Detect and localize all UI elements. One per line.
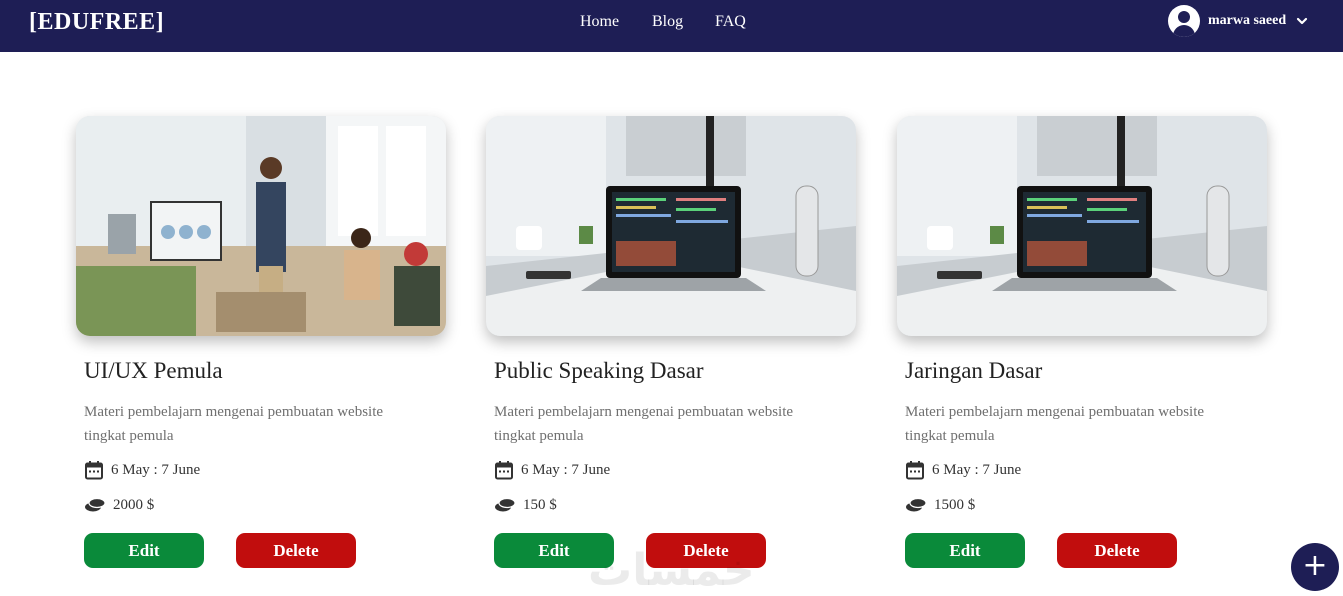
course-title: UI/UX Pemula	[84, 358, 223, 383]
course-price: 2000 $	[84, 492, 446, 518]
course-image-laptop	[486, 116, 856, 336]
course-price-text: 1500 $	[934, 496, 976, 513]
delete-button[interactable]: Delete	[1057, 533, 1177, 568]
calendar-icon	[906, 461, 924, 480]
calendar-icon	[495, 461, 513, 480]
chevron-down-icon[interactable]	[1296, 15, 1308, 27]
course-card: UI/UX Pemula Materi pembelajarn mengenai…	[76, 116, 446, 569]
nav-faq-link[interactable]: FAQ	[715, 13, 746, 31]
course-date: 6 May : 7 June	[494, 457, 856, 483]
navbar: [EDUFREE] Home Blog FAQ marwa saeed	[0, 0, 1343, 52]
course-title: Public Speaking Dasar	[494, 358, 704, 383]
course-price-text: 150 $	[523, 496, 557, 513]
course-date: 6 May : 7 June	[84, 457, 446, 483]
course-date-text: 6 May : 7 June	[932, 461, 1022, 478]
course-price-text: 2000 $	[113, 496, 155, 513]
course-description: Materi pembelajarn mengenai pembuatan we…	[905, 404, 1205, 444]
course-image-meeting	[76, 116, 446, 336]
watermark: خمسات	[588, 545, 755, 596]
delete-button[interactable]: Delete	[236, 533, 356, 568]
card-actions: Edit Delete	[84, 533, 446, 569]
course-card: Public Speaking Dasar Materi pembelajarn…	[486, 116, 856, 569]
nav-home-link[interactable]: Home	[580, 13, 619, 31]
course-image-laptop	[897, 116, 1267, 336]
course-price: 1500 $	[905, 492, 1267, 518]
user-menu[interactable]: marwa saeed	[1168, 5, 1308, 37]
nav-blog-link[interactable]: Blog	[652, 13, 683, 31]
course-date: 6 May : 7 June	[905, 457, 1267, 483]
coins-icon	[495, 497, 516, 512]
calendar-icon	[85, 461, 103, 480]
edit-button[interactable]: Edit	[905, 533, 1025, 568]
edit-button[interactable]: Edit	[84, 533, 204, 568]
course-date-text: 6 May : 7 June	[521, 461, 611, 478]
user-name: marwa saeed	[1208, 13, 1287, 28]
course-card: Jaringan Dasar Materi pembelajarn mengen…	[897, 116, 1267, 569]
course-title: Jaringan Dasar	[905, 358, 1043, 383]
course-description: Materi pembelajarn mengenai pembuatan we…	[494, 404, 794, 444]
add-course-button[interactable]: +	[1291, 543, 1339, 591]
coins-icon	[85, 497, 106, 512]
brand-logo[interactable]: [EDUFREE]	[29, 9, 164, 36]
user-avatar-icon	[1168, 5, 1200, 37]
card-actions: Edit Delete	[905, 533, 1267, 569]
course-date-text: 6 May : 7 June	[111, 461, 201, 478]
course-description: Materi pembelajarn mengenai pembuatan we…	[84, 404, 384, 444]
coins-icon	[906, 497, 927, 512]
course-price: 150 $	[494, 492, 856, 518]
